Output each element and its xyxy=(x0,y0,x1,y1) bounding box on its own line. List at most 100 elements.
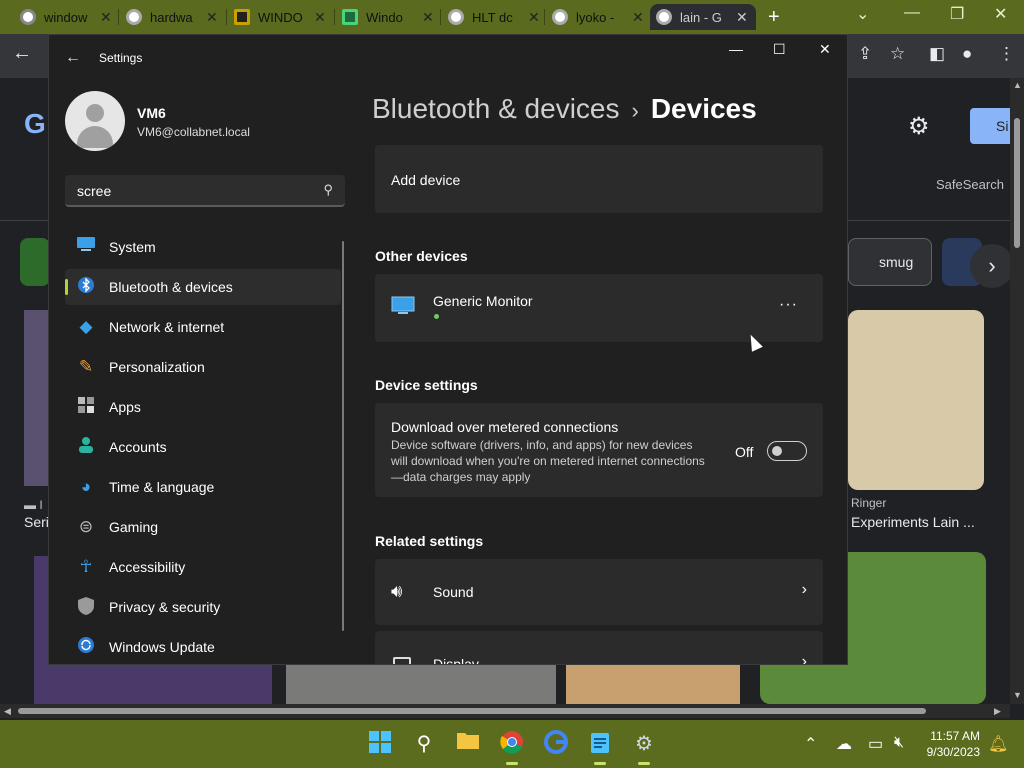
back-arrow-icon[interactable]: ← xyxy=(12,42,32,65)
monitor-device-icon xyxy=(391,296,415,321)
close-icon[interactable]: ✕ xyxy=(819,41,831,58)
nav-item-system[interactable]: System xyxy=(65,229,341,265)
network-icon[interactable]: ▭ xyxy=(868,734,883,754)
close-tab-icon[interactable]: ✕ xyxy=(314,9,326,26)
more-options-icon[interactable]: ··· xyxy=(779,296,798,314)
related-sound-row[interactable]: 🔊︎ Sound › xyxy=(375,559,823,625)
volume-muted-icon[interactable]: 🔇︎ xyxy=(894,734,904,752)
sign-in-button[interactable]: Si xyxy=(970,108,1010,144)
avatar[interactable] xyxy=(65,91,125,151)
breadcrumb: Bluetooth & devices › Devices xyxy=(372,93,757,125)
filter-chip-smug[interactable]: smug xyxy=(848,238,932,286)
close-icon[interactable]: ✕ xyxy=(994,4,1007,24)
search-value: scree xyxy=(77,183,112,199)
browser-tab[interactable]: hardwa ✕ xyxy=(120,4,224,30)
maximize-icon[interactable]: ☐ xyxy=(773,41,786,58)
clock-date: 9/30/2023 xyxy=(926,745,980,759)
nav-scrollbar[interactable] xyxy=(342,241,344,631)
nav-item-apps[interactable]: Apps xyxy=(65,389,341,425)
nav-item-label: Accessibility xyxy=(109,559,186,575)
page-scrollbar-vertical[interactable]: ▲ ▼ xyxy=(1010,78,1024,704)
settings-search-input[interactable]: scree ⚲ xyxy=(65,175,345,207)
start-windows-icon[interactable] xyxy=(366,730,394,758)
nav-item-accounts[interactable]: Accounts xyxy=(65,429,341,465)
page-title: Devices xyxy=(650,93,757,124)
browser-tab[interactable]: WINDO ✕ xyxy=(228,4,332,30)
browser-tab[interactable]: Windo ✕ xyxy=(336,4,440,30)
close-tab-icon[interactable]: ✕ xyxy=(206,9,218,26)
bookmark-star-icon[interactable]: ☆ xyxy=(890,44,905,64)
close-tab-icon[interactable]: ✕ xyxy=(422,9,434,26)
user-name: VM6 xyxy=(137,105,166,121)
nav-item-privacy-security[interactable]: Privacy & security xyxy=(65,589,341,625)
minimize-icon[interactable]: — xyxy=(729,41,743,57)
add-device-card[interactable]: Add device xyxy=(375,145,823,213)
monitor-icon xyxy=(75,236,97,258)
back-arrow-icon[interactable]: ← xyxy=(65,49,81,67)
system-clock[interactable]: 11:57 AM 9/30/2023 xyxy=(914,728,980,760)
scroll-up-icon[interactable]: ▲ xyxy=(1013,80,1022,90)
scrollbar-thumb[interactable] xyxy=(1014,118,1020,248)
tab-title: HLT dc xyxy=(472,9,513,25)
share-icon[interactable]: ⇪ xyxy=(858,44,872,64)
browser-tab[interactable]: lyoko - ✕ xyxy=(546,4,650,30)
nav-item-personalization[interactable]: ✎ Personalization xyxy=(65,349,341,385)
google-logo[interactable]: G xyxy=(24,108,46,140)
metered-description: Device software (drivers, info, and apps… xyxy=(391,438,705,484)
browser-tab[interactable]: HLT dc ✕ xyxy=(442,4,546,30)
image-result[interactable] xyxy=(24,310,50,486)
close-tab-icon[interactable]: ✕ xyxy=(632,9,644,26)
close-tab-icon[interactable]: ✕ xyxy=(736,9,748,26)
scrollbar-thumb[interactable] xyxy=(18,708,926,714)
nav-item-label: Windows Update xyxy=(109,639,215,655)
menu-dots-icon[interactable]: ⋮ xyxy=(998,44,1015,64)
chevron-up-icon[interactable]: ⌃ xyxy=(804,734,817,754)
other-devices-header: Other devices xyxy=(375,248,468,264)
google-icon[interactable] xyxy=(542,730,570,758)
side-panel-icon[interactable]: ◧ xyxy=(929,44,945,64)
settings-gear-icon[interactable]: ⚙ xyxy=(630,730,658,765)
tab-divider xyxy=(440,9,441,25)
chip-thumbnail[interactable] xyxy=(20,238,50,286)
breadcrumb-parent[interactable]: Bluetooth & devices xyxy=(372,93,620,124)
result-source: ▬ I xyxy=(24,498,43,512)
chevron-right-icon[interactable]: › xyxy=(970,244,1010,288)
scroll-right-icon[interactable]: ▶ xyxy=(994,706,1001,717)
scroll-left-icon[interactable]: ◀ xyxy=(4,706,11,717)
notification-bell-icon[interactable]: 🔔︎ xyxy=(988,734,1008,754)
result-title[interactable]: Experiments Lain ... xyxy=(851,514,975,530)
close-tab-icon[interactable]: ✕ xyxy=(100,9,112,26)
safesearch-link[interactable]: SafeSearch xyxy=(936,177,1004,192)
nav-item-windows-update[interactable]: Windows Update xyxy=(65,629,341,664)
related-display-row[interactable]: Display › xyxy=(375,631,823,664)
nav-item-accessibility[interactable]: ☥ Accessibility xyxy=(65,549,341,585)
chevron-right-icon: › xyxy=(801,581,807,598)
tab-title: WINDO xyxy=(258,9,303,25)
search-icon[interactable]: ⚲ xyxy=(323,182,333,198)
notepad-icon[interactable] xyxy=(586,730,614,765)
nav-item-time-language[interactable]: ◕ Time & language xyxy=(65,469,341,505)
close-tab-icon[interactable]: ✕ xyxy=(528,9,540,26)
page-scrollbar-horizontal[interactable]: ◀ ▶ xyxy=(0,704,1010,718)
tab-search-icon[interactable]: ⌄ xyxy=(856,4,869,24)
browser-tab-active[interactable]: lain - G ✕ xyxy=(650,4,756,30)
settings-gear-icon[interactable]: ⚙ xyxy=(908,112,930,141)
browser-tab[interactable]: window ✕ xyxy=(14,4,118,30)
new-tab-button[interactable]: + xyxy=(768,6,780,29)
site-favicon-icon xyxy=(234,9,250,25)
restore-icon[interactable]: ❐ xyxy=(950,4,964,24)
search-icon[interactable]: ⚲ xyxy=(410,730,438,758)
profile-icon[interactable]: ● xyxy=(962,44,972,64)
metered-toggle[interactable] xyxy=(767,441,807,461)
image-result-lain[interactable] xyxy=(848,310,984,490)
cloud-offline-icon[interactable]: ☁ xyxy=(836,734,852,754)
nav-item-network[interactable]: ◆ Network & internet xyxy=(65,309,341,345)
chrome-icon[interactable] xyxy=(498,730,526,765)
nav-item-gaming[interactable]: ⊜ Gaming xyxy=(65,509,341,545)
minimize-icon[interactable]: — xyxy=(904,4,920,22)
result-title[interactable]: Seri xyxy=(24,514,49,530)
tab-divider xyxy=(118,9,119,25)
scroll-down-icon[interactable]: ▼ xyxy=(1013,690,1022,700)
file-explorer-icon[interactable] xyxy=(454,730,482,758)
nav-item-bluetooth-devices[interactable]: Bluetooth & devices xyxy=(65,269,341,305)
